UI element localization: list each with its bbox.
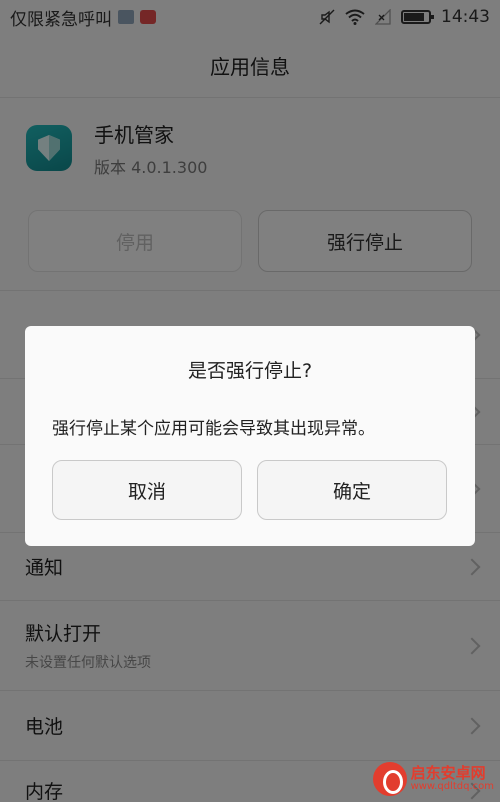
dialog-title: 是否强行停止? (187, 360, 313, 382)
cancel-button[interactable]: 取消 (52, 460, 242, 520)
screen: 仅限紧急呼叫 14:43 应用信息 手机管家 版本 4.0.1.300 停用 强… (0, 0, 500, 802)
watermark-text: 启东安卓网 www.qdltdq.com (410, 763, 494, 792)
dialog-message: 强行停止某个应用可能会导致其出现异常。 (52, 419, 375, 439)
confirm-button[interactable]: 确定 (257, 460, 447, 520)
force-stop-dialog: 是否强行停止? 强行停止某个应用可能会导致其出现异常。 取消 确定 (25, 326, 475, 546)
watermark: 启东安卓网 www.qdltdq.com (372, 762, 494, 796)
watermark-name: 启东安卓网 (410, 763, 486, 782)
watermark-logo-icon (372, 762, 407, 796)
watermark-url: www.qdltdq.com (410, 780, 494, 792)
